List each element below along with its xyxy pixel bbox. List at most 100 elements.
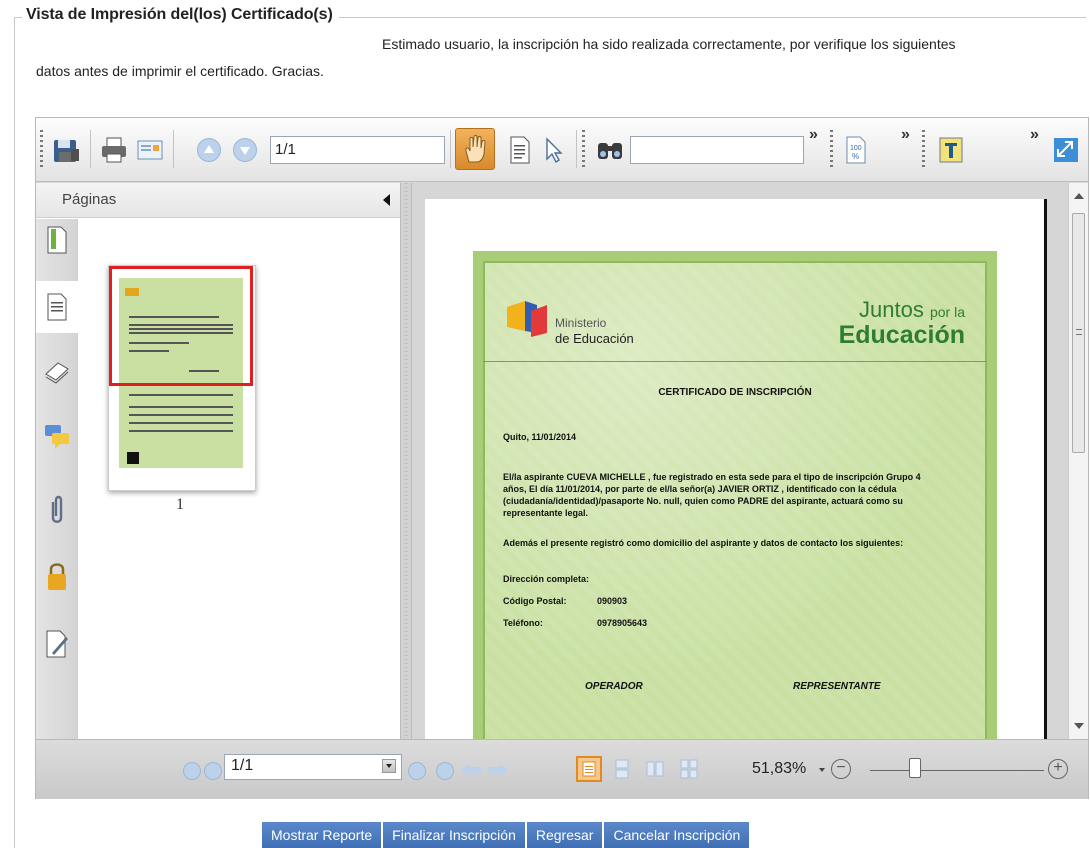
- postal-label: Código Postal:: [503, 596, 567, 606]
- print-button[interactable]: [96, 132, 132, 168]
- show-report-button[interactable]: Mostrar Reporte: [262, 822, 384, 848]
- thumbnail-page-number: 1: [176, 496, 184, 513]
- certificate-para1-line2: años, El día 11/01/2014, por parte de el…: [503, 484, 897, 494]
- zoom-percent-button[interactable]: 100%: [838, 132, 874, 168]
- signature-operator: OPERADOR: [585, 681, 643, 692]
- zoom-slider-track[interactable]: [870, 770, 1044, 771]
- continuous-facing-mode[interactable]: [676, 756, 702, 782]
- comments-icon: [45, 425, 69, 449]
- security-icon: [48, 563, 66, 590]
- collapse-panel-icon[interactable]: [383, 194, 390, 206]
- current-view-frame: [109, 266, 253, 386]
- certificate-para1-line1: El/la aspirante CUEVA MICHELLE , fue reg…: [503, 472, 921, 482]
- text-tool-button[interactable]: [933, 132, 969, 168]
- prev-page-icon[interactable]: [197, 138, 221, 162]
- success-message-line2: datos antes de imprimir el certificado. …: [36, 63, 324, 79]
- scroll-up-icon[interactable]: [1074, 193, 1084, 199]
- pages-panel: Páginas 1: [36, 183, 400, 739]
- fieldset-legend: Vista de Impresión del(los) Certificado(…: [22, 6, 339, 24]
- next-page-bottom-icon[interactable]: [408, 762, 426, 780]
- ministry-logo: [507, 301, 547, 337]
- search-overflow-icon[interactable]: »: [809, 126, 818, 144]
- print-icon: [102, 137, 126, 163]
- pages-panel-title: Páginas: [62, 191, 117, 208]
- scroll-down-icon[interactable]: [1074, 723, 1084, 729]
- action-buttons: Mostrar Reporte Finalizar Inscripción Re…: [262, 822, 750, 848]
- pointer-icon: [546, 137, 563, 164]
- finish-enrollment-button[interactable]: Finalizar Inscripción: [383, 822, 527, 848]
- address-label: Dirección completa:: [503, 574, 590, 584]
- layers-icon: [45, 362, 69, 384]
- signatures-icon: [46, 630, 68, 658]
- text-tool-icon: [939, 137, 963, 163]
- panel-icon-bar: [36, 219, 78, 739]
- save-button[interactable]: [48, 132, 84, 168]
- fullscreen-icon: [1054, 138, 1078, 162]
- page-dropdown-icon[interactable]: [382, 759, 396, 773]
- cancel-enrollment-button[interactable]: Cancelar Inscripción: [604, 822, 750, 848]
- bookmarks-tab[interactable]: [42, 223, 72, 257]
- continuous-mode[interactable]: [609, 756, 635, 782]
- scroll-thumb[interactable]: [1072, 213, 1085, 453]
- toolbar-overflow-icon[interactable]: »: [1030, 126, 1039, 144]
- fullscreen-button[interactable]: [1048, 132, 1084, 168]
- pages-tab[interactable]: [36, 281, 78, 333]
- success-message-line1: Estimado usuario, la inscripción ha sido…: [382, 36, 956, 52]
- last-page-icon[interactable]: [436, 762, 454, 780]
- bookmarks-icon: [47, 226, 67, 254]
- page-thumbnail[interactable]: [108, 265, 256, 491]
- zoom-dropdown-icon[interactable]: [819, 768, 825, 772]
- pages-icon: [47, 293, 67, 321]
- panel-splitter[interactable]: [400, 183, 412, 739]
- security-tab[interactable]: [42, 559, 72, 593]
- certificate-para2: Además el presente registró como domicil…: [503, 538, 904, 548]
- toolbar-separator: [450, 130, 451, 168]
- text-select-button[interactable]: [502, 132, 538, 168]
- zoom-in-icon[interactable]: +: [1048, 759, 1068, 779]
- facing-mode[interactable]: [642, 756, 668, 782]
- properties-button[interactable]: [132, 132, 168, 168]
- hand-tool-button[interactable]: [455, 128, 495, 170]
- next-page-icon[interactable]: [233, 138, 257, 162]
- find-button[interactable]: [592, 132, 628, 168]
- first-page-icon[interactable]: [183, 762, 201, 780]
- properties-icon: [137, 140, 163, 160]
- continuous-icon: [615, 759, 629, 779]
- svg-text:%: %: [852, 152, 859, 161]
- vertical-scrollbar[interactable]: [1068, 183, 1088, 739]
- save-icon: [54, 140, 79, 162]
- find-icon: [598, 143, 622, 159]
- single-page-mode[interactable]: [576, 756, 602, 782]
- pages-panel-header: Páginas: [36, 183, 400, 218]
- certificate-divider: [483, 361, 987, 362]
- certificate-para1-line4: representante legal.: [503, 508, 589, 518]
- certificate-para1-line3: (ciudadanía/identidad)/pasaporte No. nul…: [503, 496, 903, 506]
- attachments-tab[interactable]: [42, 493, 72, 527]
- layers-tab[interactable]: [42, 355, 72, 389]
- toolbar-separator: [173, 130, 174, 168]
- forward-arrow-icon[interactable]: [488, 764, 508, 776]
- zoom-level[interactable]: 51,83%: [752, 760, 806, 778]
- facing-icon: [646, 761, 664, 777]
- page-selector[interactable]: 1/1: [224, 754, 402, 780]
- back-arrow-icon[interactable]: [461, 764, 481, 776]
- ministry-name-line2: de Educación: [555, 331, 634, 346]
- pdf-viewer: 1/1 » 100% » » Páginas 1 Ministerio de E…: [35, 117, 1089, 799]
- zoom-overflow-icon[interactable]: »: [901, 126, 910, 144]
- phone-value: 0978905643: [597, 618, 648, 628]
- toolbar-grip: [40, 130, 43, 168]
- toolbar-separator: [90, 130, 91, 168]
- signatures-tab[interactable]: [42, 627, 72, 661]
- back-button[interactable]: Regresar: [526, 822, 605, 848]
- svg-text:100: 100: [850, 145, 862, 152]
- attachments-icon: [51, 495, 63, 523]
- zoom-slider-thumb[interactable]: [909, 758, 922, 778]
- zoom-out-icon[interactable]: −: [831, 759, 851, 779]
- comments-tab[interactable]: [42, 419, 72, 453]
- page-number-input[interactable]: 1/1: [270, 136, 445, 164]
- search-input[interactable]: [630, 136, 804, 164]
- pointer-button[interactable]: [536, 132, 572, 168]
- previous-page-icon[interactable]: [204, 762, 222, 780]
- phone-label: Teléfono:: [503, 618, 543, 628]
- toolbar-separator: [576, 130, 577, 168]
